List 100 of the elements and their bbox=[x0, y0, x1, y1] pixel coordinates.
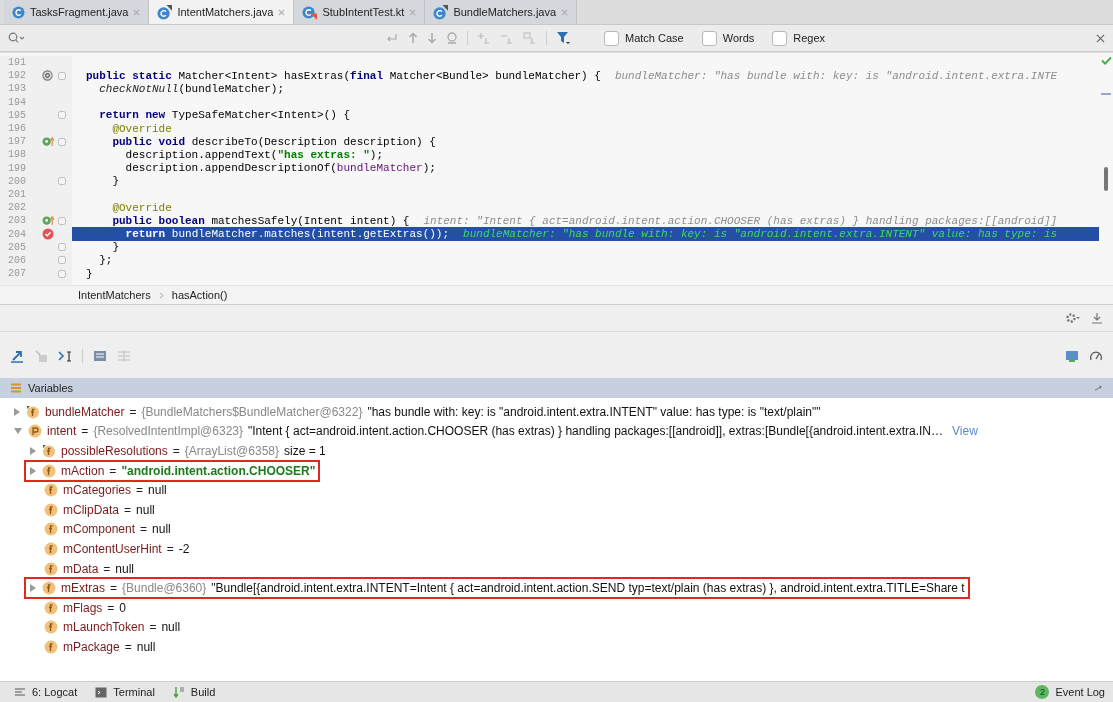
line-number: 200 bbox=[7, 175, 27, 187]
select-all-occurrences-icon[interactable] bbox=[523, 32, 537, 44]
breadcrumb-item[interactable]: hasAction() bbox=[171, 289, 228, 301]
expand-arrow-icon[interactable] bbox=[13, 406, 21, 417]
filter-icon[interactable] bbox=[556, 31, 570, 45]
breadcrumb-item[interactable]: IntentMatchers bbox=[78, 289, 151, 301]
breakpoint-icon[interactable] bbox=[42, 228, 54, 241]
variable-value: null bbox=[136, 502, 155, 517]
at-sign-icon[interactable] bbox=[42, 70, 53, 82]
line-number: 201 bbox=[7, 188, 27, 200]
variable-value: "Intent { act=android.intent.action.CHOOSER (has extras) } handling packages:[[android]], extras:[Bundle[{android.intent.extra.IN… bbox=[248, 424, 943, 439]
chevron-icon bbox=[158, 291, 164, 299]
checkbox[interactable] bbox=[701, 30, 717, 46]
line-number: 191 bbox=[7, 57, 27, 69]
variable-name: possibleResolutions bbox=[61, 444, 168, 458]
scroll-thumb[interactable] bbox=[1104, 167, 1108, 191]
gauge-icon[interactable] bbox=[1089, 349, 1103, 363]
variable-name: mData bbox=[63, 561, 99, 576]
equals-sign: = bbox=[81, 424, 89, 439]
equals-sign: = bbox=[172, 444, 180, 458]
implements-icon[interactable] bbox=[42, 215, 55, 227]
search-option-checkbox[interactable]: Regex bbox=[772, 30, 826, 46]
expand-arrow-icon[interactable] bbox=[29, 583, 37, 594]
checkbox[interactable] bbox=[772, 30, 788, 46]
line-number: 194 bbox=[7, 96, 27, 108]
down-arrow-icon[interactable] bbox=[427, 32, 437, 44]
collapse-arrow-icon[interactable] bbox=[13, 427, 23, 436]
fold-marker-icon[interactable] bbox=[58, 216, 66, 225]
lines-icon bbox=[14, 687, 26, 697]
line-number: 195 bbox=[7, 109, 27, 121]
tool-window-button[interactable]: Terminal bbox=[95, 686, 155, 698]
code-line: @Override bbox=[111, 201, 172, 214]
variable-value: null bbox=[152, 522, 171, 537]
hide-panel-icon[interactable] bbox=[1091, 312, 1103, 324]
equals-sign: = bbox=[129, 404, 137, 419]
editor-tab[interactable]: TasksFragment.java bbox=[4, 0, 150, 24]
notification-count: 2 bbox=[1035, 685, 1050, 699]
code-line: return bundleMatcher.matches(intent.getExtras()); bbox=[124, 228, 450, 241]
expand-arrow-icon[interactable] bbox=[29, 465, 37, 476]
search-option-checkbox[interactable]: Words bbox=[701, 30, 755, 46]
trace-icon[interactable] bbox=[117, 349, 131, 363]
variable-value: null bbox=[136, 639, 156, 654]
code-line: @Override bbox=[111, 122, 172, 135]
fold-marker-icon[interactable] bbox=[58, 111, 66, 120]
view-link[interactable]: View bbox=[952, 424, 978, 439]
line-number: 206 bbox=[7, 254, 27, 266]
variable-value: null bbox=[161, 620, 181, 635]
editor-tab[interactable]: BundleMatchers.java bbox=[425, 0, 578, 24]
fold-marker-icon[interactable] bbox=[58, 137, 66, 146]
gear-icon[interactable] bbox=[1065, 312, 1081, 324]
expand-arrow-icon[interactable] bbox=[29, 446, 37, 456]
tool-window-button[interactable]: 6: Logcat bbox=[14, 686, 78, 698]
code-line: checkNotNull(bundleMatcher); bbox=[98, 82, 285, 95]
remove-occurrence-icon[interactable] bbox=[500, 32, 514, 44]
line-number: 196 bbox=[7, 123, 27, 135]
add-occurrence-icon[interactable] bbox=[477, 32, 491, 44]
layout-icon[interactable] bbox=[1065, 349, 1079, 363]
search-option-checkbox[interactable]: Match Case bbox=[604, 30, 684, 46]
code-line: }; bbox=[98, 254, 113, 267]
editor-tab[interactable]: IntentMatchers.java bbox=[149, 0, 295, 24]
equals-sign: = bbox=[140, 522, 148, 537]
fold-marker-icon[interactable] bbox=[58, 243, 66, 252]
code-line: description.appendText("has extras: "); bbox=[124, 148, 384, 161]
object-reference: {ResolvedIntentImpl@6323} bbox=[93, 424, 243, 439]
equals-sign: = bbox=[107, 600, 115, 615]
code-line: } bbox=[86, 267, 93, 280]
line-number: 199 bbox=[7, 162, 27, 174]
close-icon[interactable] bbox=[1096, 33, 1105, 43]
variable-name: mExtras bbox=[61, 581, 105, 596]
fold-marker-icon[interactable] bbox=[58, 177, 66, 186]
fold-marker-icon[interactable] bbox=[58, 269, 66, 278]
variable-value: "android.intent.action.CHOOSER" bbox=[121, 463, 316, 478]
fold-marker-icon[interactable] bbox=[58, 256, 66, 265]
fold-marker-icon[interactable] bbox=[58, 71, 66, 80]
find-all-icon[interactable] bbox=[446, 32, 458, 44]
equals-sign: = bbox=[166, 541, 174, 556]
up-arrow-icon[interactable] bbox=[408, 32, 418, 44]
object-reference: {Bundle@6360} bbox=[122, 581, 207, 596]
pin-icon[interactable] bbox=[1094, 384, 1103, 392]
terminal-icon bbox=[95, 686, 108, 698]
line-number: 192 bbox=[7, 70, 27, 82]
variable-name: mAction bbox=[61, 463, 105, 478]
variable-name: intent bbox=[47, 424, 77, 439]
variable-value: null bbox=[148, 483, 167, 498]
code-line: public static Matcher<Intent> hasExtras(final Matcher<Bundle> bundleMatcher) { bbox=[86, 69, 601, 82]
tool-window-button[interactable]: Build bbox=[172, 686, 216, 698]
checkbox[interactable] bbox=[604, 30, 619, 46]
error-stripe-mark[interactable] bbox=[1101, 93, 1111, 95]
check-icon bbox=[1100, 56, 1112, 65]
variable-value: -2 bbox=[178, 541, 190, 556]
evaluate-expression-icon[interactable] bbox=[93, 349, 107, 363]
close-icon[interactable] bbox=[278, 8, 286, 16]
equals-sign: = bbox=[149, 620, 157, 635]
event-log-button[interactable]: 2 Event Log bbox=[1035, 685, 1105, 699]
drop-frame-icon[interactable] bbox=[34, 349, 48, 363]
run-to-cursor-icon[interactable] bbox=[58, 349, 72, 363]
variable-name: mCategories bbox=[63, 483, 132, 498]
step-out-icon[interactable] bbox=[10, 349, 24, 363]
editor-tab[interactable]: StubIntentTest.kt bbox=[294, 0, 426, 24]
implements-icon[interactable] bbox=[42, 136, 55, 148]
